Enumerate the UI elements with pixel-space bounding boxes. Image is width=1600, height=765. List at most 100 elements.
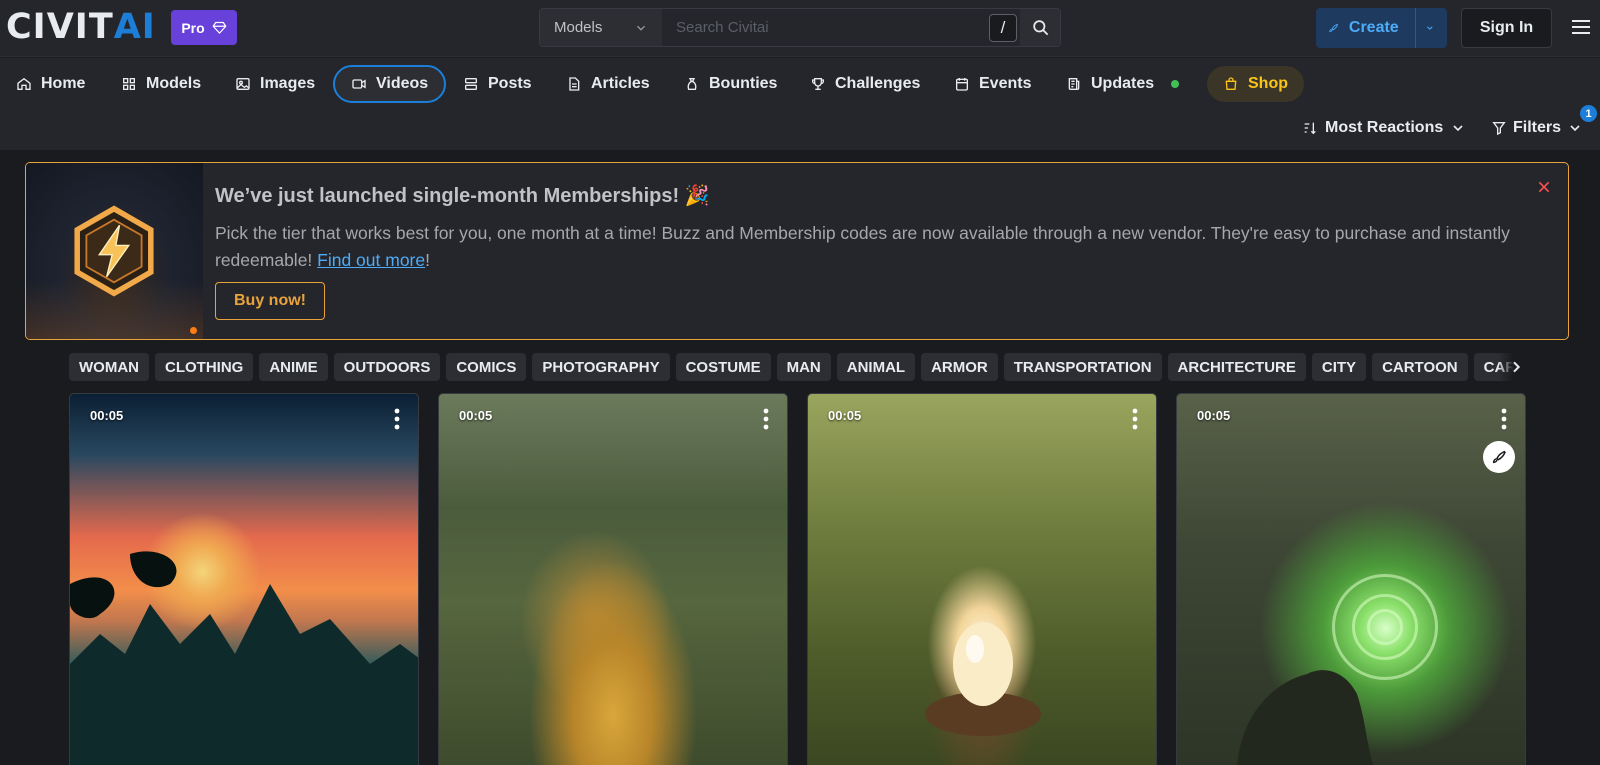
trophy-icon bbox=[812, 78, 824, 90]
remix-button[interactable] bbox=[1483, 441, 1515, 473]
tag-chip[interactable]: OUTDOORS bbox=[333, 353, 441, 381]
more-options-icon[interactable] bbox=[763, 408, 769, 430]
video-card[interactable]: 00:05 bbox=[807, 393, 1157, 765]
nav-articles[interactable]: Articles bbox=[556, 65, 660, 103]
home-icon bbox=[17, 77, 31, 90]
search-button[interactable] bbox=[1020, 9, 1060, 46]
nav-label: Shop bbox=[1248, 75, 1288, 92]
nav-label: Updates bbox=[1091, 75, 1155, 92]
video-duration: 00:05 bbox=[90, 408, 124, 423]
logo-text-main: CIVIT bbox=[6, 6, 114, 47]
sort-dropdown[interactable]: Most Reactions bbox=[1302, 114, 1466, 142]
nav-shop[interactable]: Shop bbox=[1207, 66, 1304, 102]
filter-count-badge: 1 bbox=[1580, 105, 1597, 122]
video-icon bbox=[352, 79, 366, 89]
sort-label: Most Reactions bbox=[1325, 119, 1444, 136]
video-card[interactable]: 00:05 bbox=[69, 393, 419, 765]
banner-title: We’ve just launched single-month Members… bbox=[215, 185, 710, 207]
video-card[interactable]: 00:05 bbox=[1176, 393, 1526, 765]
search-scope-select[interactable]: Models bbox=[540, 9, 662, 46]
search-bar: Models / bbox=[539, 8, 1061, 47]
nav-posts[interactable]: Posts bbox=[453, 65, 542, 103]
sign-in-button[interactable]: Sign In bbox=[1461, 8, 1552, 48]
chevron-right-icon bbox=[1513, 361, 1521, 373]
calendar-icon bbox=[956, 78, 968, 91]
tag-chip[interactable]: TRANSPORTATION bbox=[1003, 353, 1162, 381]
grid-icon bbox=[123, 78, 135, 90]
close-icon[interactable] bbox=[1536, 179, 1552, 195]
top-header: CIVITAI Pro Models / Create Sign In bbox=[0, 0, 1600, 57]
more-options-icon[interactable] bbox=[1501, 408, 1507, 430]
membership-announcement-banner: We’ve just launched single-month Members… bbox=[25, 162, 1569, 340]
tag-chip[interactable]: ANIME bbox=[259, 353, 328, 381]
moneybag-icon bbox=[687, 78, 697, 90]
video-card[interactable]: 00:05 bbox=[438, 393, 788, 765]
posts-icon bbox=[465, 78, 477, 90]
search-icon bbox=[1032, 20, 1048, 36]
chevron-down-icon[interactable] bbox=[1425, 20, 1435, 36]
photo-icon bbox=[236, 78, 250, 90]
tag-filter-bar: WOMAN CLOTHING ANIME OUTDOORS COMICS PHO… bbox=[69, 353, 1524, 381]
tag-chip[interactable]: COMICS bbox=[446, 353, 527, 381]
tag-chip[interactable]: CITY bbox=[1311, 353, 1367, 381]
sort-descending-icon bbox=[1304, 122, 1316, 135]
tag-chip[interactable]: ARMOR bbox=[921, 353, 998, 381]
chevron-down-icon bbox=[1570, 125, 1580, 132]
nav-label: Home bbox=[41, 75, 86, 92]
buy-now-button[interactable]: Buy now! bbox=[215, 282, 325, 320]
news-icon bbox=[1068, 78, 1080, 90]
nav-label: Models bbox=[146, 75, 202, 92]
nav-updates[interactable]: Updates bbox=[1056, 65, 1189, 103]
nav-events[interactable]: Events bbox=[944, 65, 1041, 103]
tag-chip[interactable]: ARCHITECTURE bbox=[1167, 353, 1306, 381]
tag-chip[interactable]: ANIMAL bbox=[836, 353, 916, 381]
hamburger-menu-icon[interactable] bbox=[1569, 15, 1593, 39]
nav-label: Posts bbox=[488, 75, 532, 92]
tags-scroll-right[interactable] bbox=[1498, 353, 1524, 381]
ember-dot bbox=[190, 327, 197, 334]
tag-chip[interactable]: WOMAN bbox=[69, 353, 149, 381]
nav-label: Videos bbox=[376, 75, 429, 92]
create-divider bbox=[1414, 8, 1416, 48]
nav-label: Challenges bbox=[835, 75, 921, 92]
online-status-dot bbox=[1171, 80, 1180, 88]
filters-label: Filters bbox=[1513, 119, 1562, 136]
video-duration: 00:05 bbox=[459, 408, 493, 423]
mountain-silhouette bbox=[70, 551, 418, 765]
more-options-icon[interactable] bbox=[394, 408, 400, 430]
nav-label: Articles bbox=[591, 75, 650, 92]
pro-label: Pro bbox=[181, 19, 205, 36]
filters-button[interactable]: Filters bbox=[1491, 114, 1583, 142]
nav-label: Images bbox=[260, 75, 316, 92]
nav-bounties[interactable]: Bounties bbox=[674, 65, 787, 103]
brush-icon bbox=[1492, 450, 1506, 464]
search-input[interactable] bbox=[662, 9, 1020, 46]
tag-chip[interactable]: MAN bbox=[776, 353, 831, 381]
more-options-icon[interactable] bbox=[1132, 408, 1138, 430]
search-scope-value: Models bbox=[554, 19, 603, 36]
banner-image bbox=[26, 163, 203, 339]
tag-chip[interactable]: CLOTHING bbox=[155, 353, 254, 381]
nav-videos[interactable]: Videos bbox=[333, 65, 446, 103]
video-duration: 00:05 bbox=[1197, 408, 1231, 423]
nav-models[interactable]: Models bbox=[111, 65, 211, 103]
chevron-down-icon bbox=[1453, 125, 1463, 132]
pro-button[interactable]: Pro bbox=[171, 10, 237, 45]
tag-chip[interactable]: CARTOON bbox=[1372, 353, 1468, 381]
chevron-down-icon bbox=[636, 25, 646, 31]
nav-challenges[interactable]: Challenges bbox=[800, 65, 930, 103]
file-icon bbox=[569, 77, 580, 91]
create-label: Create bbox=[1348, 19, 1399, 36]
nav-images[interactable]: Images bbox=[225, 65, 325, 103]
filter-icon bbox=[1492, 122, 1506, 136]
lightning-badge-icon bbox=[74, 205, 154, 297]
cloaked-figure-silhouette bbox=[1237, 670, 1374, 765]
create-button[interactable]: Create bbox=[1316, 8, 1447, 48]
shopping-bag-icon bbox=[1225, 77, 1237, 90]
tag-chip[interactable]: PHOTOGRAPHY bbox=[532, 353, 670, 381]
nav-label: Events bbox=[979, 75, 1032, 92]
tag-chip[interactable]: COSTUME bbox=[675, 353, 771, 381]
civitai-logo[interactable]: CIVIT AI bbox=[6, 6, 156, 47]
nav-home[interactable]: Home bbox=[6, 65, 95, 103]
find-out-more-link[interactable]: Find out more bbox=[317, 250, 425, 270]
